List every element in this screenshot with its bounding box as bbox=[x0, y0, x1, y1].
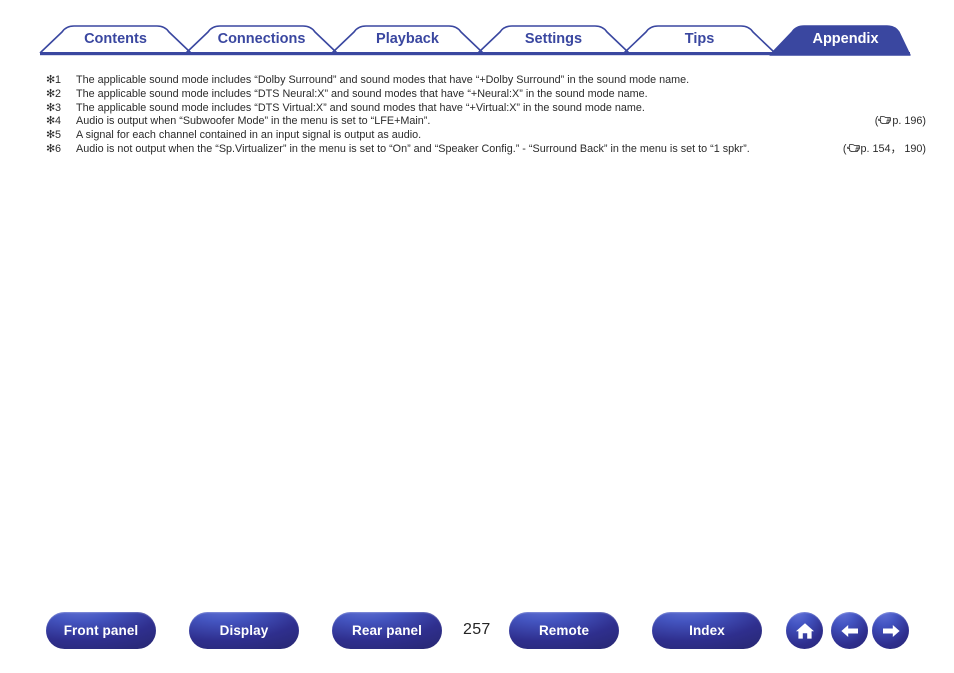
pointing-hand-icon bbox=[878, 115, 892, 130]
forward-arrow-button[interactable] bbox=[872, 612, 909, 649]
page-reference[interactable]: (p. 196) bbox=[872, 115, 926, 130]
home-icon-button[interactable] bbox=[786, 612, 823, 649]
forward-arrow-icon bbox=[880, 622, 902, 640]
tab-bar-rule bbox=[40, 52, 910, 56]
tab-appendix[interactable]: Appendix bbox=[804, 32, 887, 47]
footnote-text: Audio is output when “Subwoofer Mode” in… bbox=[76, 115, 431, 128]
footnote-text: Audio is not output when the “Sp.Virtual… bbox=[76, 142, 750, 155]
display-button[interactable]: Display bbox=[189, 612, 299, 649]
footnote-text: A signal for each channel contained in a… bbox=[76, 129, 422, 142]
footnote-text: The applicable sound mode includes “Dolb… bbox=[76, 74, 690, 86]
footnote-row: ✻6 Audio is not output when the “Sp.Virt… bbox=[46, 143, 926, 157]
home-icon bbox=[794, 621, 816, 641]
footnote-marker: ✻4 bbox=[46, 115, 62, 128]
tab-tips[interactable]: Tips bbox=[658, 32, 741, 47]
rear-panel-button[interactable]: Rear panel bbox=[332, 612, 442, 649]
page-reference[interactable]: (p. 154， 190) bbox=[840, 143, 926, 158]
footnote-list: ✻1 The applicable sound mode includes “D… bbox=[46, 74, 926, 157]
footnote-row: ✻1 The applicable sound mode includes “D… bbox=[46, 74, 926, 88]
remote-button[interactable]: Remote bbox=[509, 612, 619, 649]
page-reference-text: p. 196 bbox=[892, 115, 923, 128]
footnote-text: The applicable sound mode includes “DTS … bbox=[76, 101, 645, 114]
footnote-row: ✻5 A signal for each channel contained i… bbox=[46, 129, 926, 143]
footnote-marker: ✻2 bbox=[46, 87, 62, 100]
footnote-row: ✻4 Audio is output when “Subwoofer Mode”… bbox=[46, 115, 926, 129]
tab-settings[interactable]: Settings bbox=[512, 32, 595, 47]
tab-bar: Contents Connections Playback Settings T… bbox=[0, 0, 954, 60]
page-number: 257 bbox=[463, 621, 491, 638]
footnote-text: The applicable sound mode includes “DTS … bbox=[76, 87, 648, 100]
index-button[interactable]: Index bbox=[652, 612, 762, 649]
back-arrow-icon bbox=[839, 622, 861, 640]
footnote-row: ✻2 The applicable sound mode includes “D… bbox=[46, 88, 926, 102]
tab-connections[interactable]: Connections bbox=[210, 32, 313, 47]
tab-playback[interactable]: Playback bbox=[366, 32, 449, 47]
footnote-marker: ✻6 bbox=[46, 142, 62, 155]
footnote-marker: ✻5 bbox=[46, 129, 62, 142]
front-panel-button[interactable]: Front panel bbox=[46, 612, 156, 649]
footnote-row: ✻3 The applicable sound mode includes “D… bbox=[46, 102, 926, 116]
footer-bar: Front panel Display Rear panel 257 Remot… bbox=[0, 612, 954, 673]
footnote-marker: ✻1 bbox=[46, 74, 62, 86]
back-arrow-button[interactable] bbox=[831, 612, 868, 649]
tab-contents[interactable]: Contents bbox=[74, 32, 157, 47]
footnote-marker: ✻3 bbox=[46, 101, 62, 114]
page-reference-text: p. 154， 190 bbox=[860, 142, 923, 155]
pointing-hand-icon bbox=[846, 143, 860, 158]
